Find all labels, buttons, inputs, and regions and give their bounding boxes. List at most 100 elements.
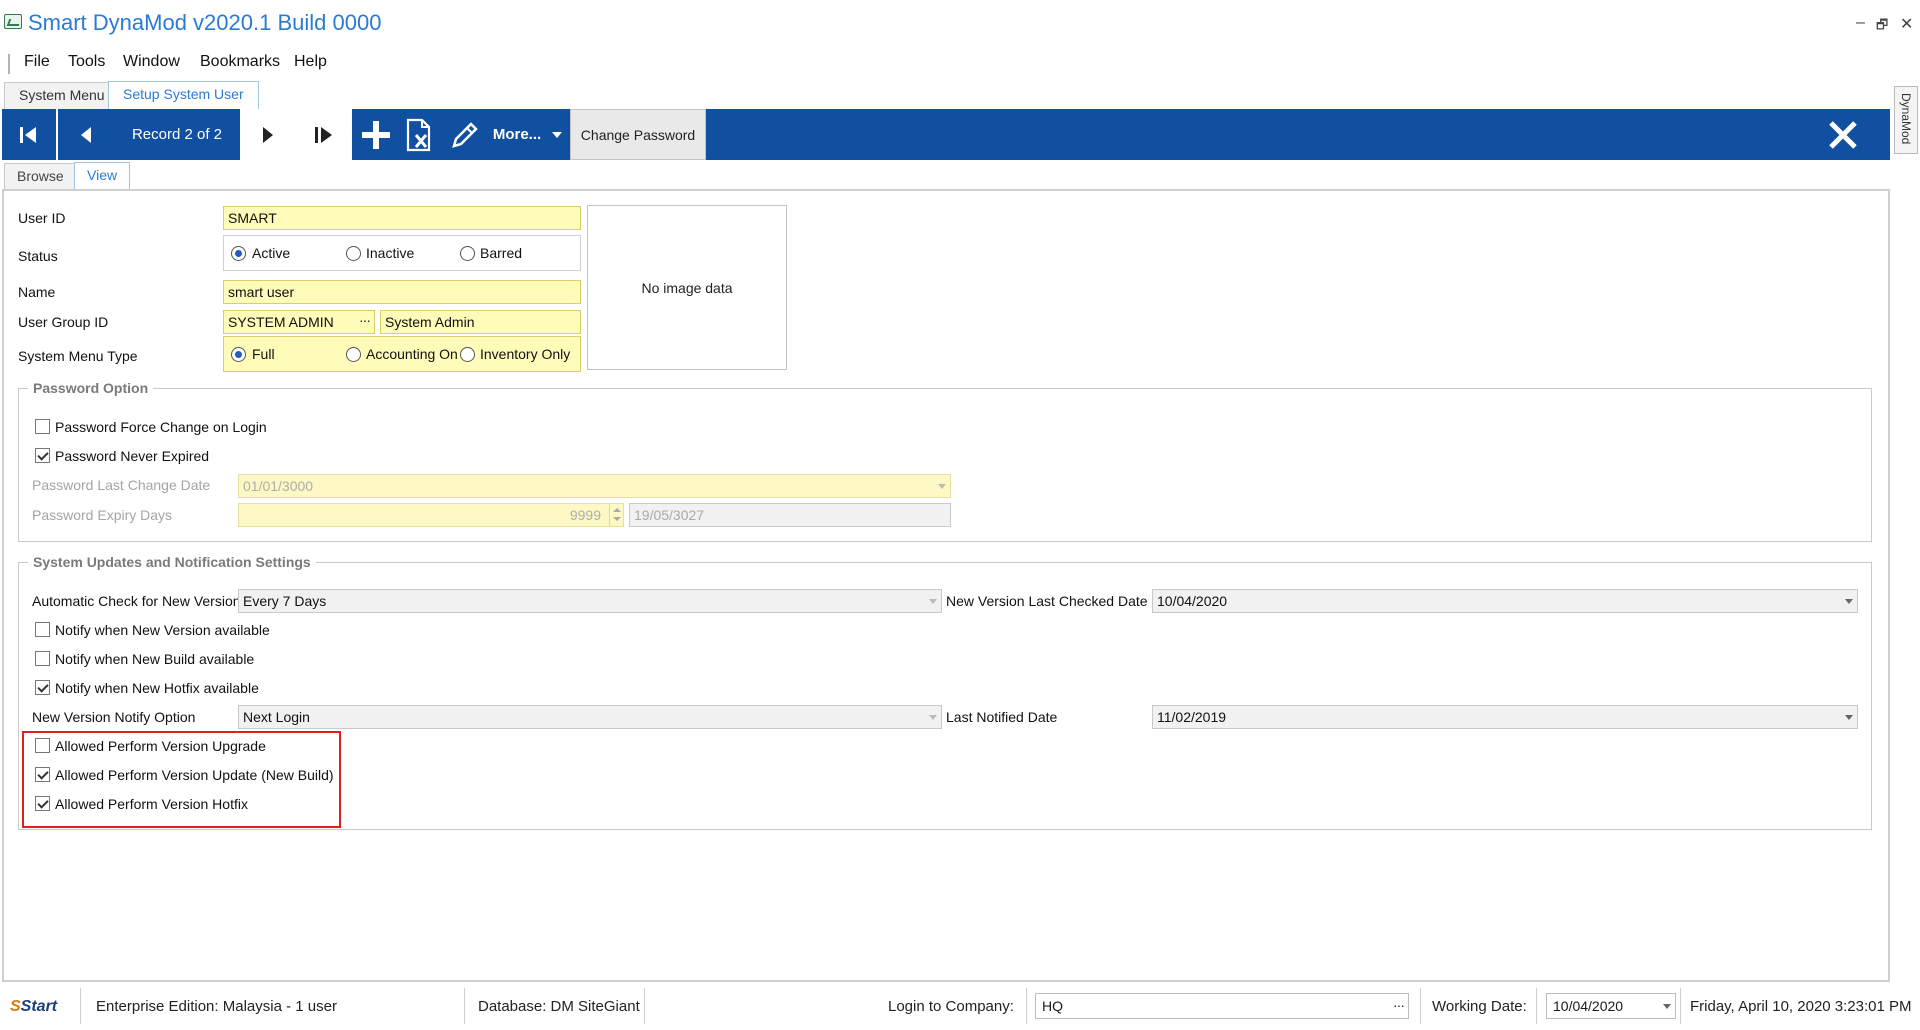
user-group-name-field: System Admin [380, 310, 581, 334]
last-record-icon [315, 126, 332, 143]
menu-grip [8, 54, 10, 74]
notify-hotfix-checkbox[interactable] [35, 680, 50, 695]
password-force-change-label: Password Force Change on Login [55, 419, 267, 435]
dropdown-arrow-icon [552, 131, 563, 138]
auto-check-select[interactable]: Every 7 Days [238, 589, 942, 613]
last-notified-field[interactable]: 11/02/2019 [1152, 705, 1858, 729]
dropdown-arrow-icon [929, 599, 937, 604]
password-expiry-days-value: 9999 [569, 507, 601, 523]
change-password-button[interactable]: Change Password [570, 109, 706, 160]
status-radio-group: Active Inactive Barred [223, 235, 581, 271]
start-button[interactable]: SStart [10, 998, 57, 1016]
next-icon [263, 126, 273, 143]
first-record-button[interactable] [2, 109, 56, 160]
login-company-value: HQ [1042, 998, 1063, 1014]
menu-type-radio-group: Full Accounting Only Inventory Only [223, 336, 581, 372]
password-last-change-field: 01/01/3000 [238, 474, 951, 498]
password-last-change-value: 01/01/3000 [243, 478, 314, 494]
working-date-value: 10/04/2020 [1553, 998, 1624, 1014]
change-password-label: Change Password [580, 126, 696, 143]
menu-bookmarks[interactable]: Bookmarks [200, 53, 280, 71]
dropdown-arrow-icon [1845, 599, 1853, 604]
user-id-field[interactable]: SMART [223, 206, 581, 230]
notify-build-checkbox[interactable] [35, 651, 50, 666]
window-title: Smart DynaMod v2020.1 Build 0000 [28, 10, 382, 35]
password-force-change-checkbox[interactable] [35, 419, 50, 434]
tab-view[interactable]: View [74, 162, 131, 190]
menu-help[interactable]: Help [294, 53, 327, 71]
plus-icon [362, 120, 390, 149]
notify-build-label: Notify when New Build available [55, 651, 255, 667]
auto-check-label: Automatic Check for New Version [32, 593, 241, 609]
restore-icon[interactable]: 🗗 [1876, 16, 1888, 38]
minimize-icon[interactable]: – [1856, 14, 1865, 32]
delete-document-icon [406, 118, 431, 151]
login-company-label: Login to Company: [888, 998, 1014, 1015]
app-logo-icon [4, 14, 22, 29]
edit-button[interactable] [442, 109, 488, 160]
record-indicator: Record 2 of 2 [114, 109, 240, 160]
name-label: Name [18, 284, 56, 300]
tab-setup-system-user[interactable]: Setup System User [108, 81, 259, 109]
status-inactive-radio[interactable] [346, 246, 361, 261]
notify-option-select[interactable]: Next Login [238, 705, 942, 729]
notify-hotfix-label: Notify when New Hotfix available [55, 680, 259, 696]
working-date-field[interactable]: 10/04/2020 [1546, 993, 1676, 1019]
last-notified-value: 11/02/2019 [1157, 709, 1227, 725]
tab-system-menu[interactable]: System Menu [4, 82, 120, 109]
menu-window[interactable]: Window [123, 53, 180, 71]
side-tab-dynamod[interactable]: DynaMod [1894, 86, 1918, 154]
last-checked-field[interactable]: 10/04/2020 [1152, 589, 1858, 613]
dropdown-arrow-icon [929, 715, 937, 720]
status-label: Status [18, 248, 58, 264]
menu-file[interactable]: File [24, 53, 50, 71]
last-checked-value: 10/04/2020 [1157, 593, 1228, 609]
notify-version-label: Notify when New Version available [55, 622, 270, 638]
lookup-ellipsis-icon[interactable]: ··· [359, 312, 371, 328]
password-expiry-days-field: 9999 [238, 503, 624, 527]
status-active-label: Active [252, 245, 291, 261]
password-never-expired-checkbox[interactable] [35, 448, 50, 463]
menu-type-full-radio[interactable] [231, 347, 246, 362]
notify-version-checkbox[interactable] [35, 622, 50, 637]
status-barred-radio[interactable] [460, 246, 475, 261]
last-record-button[interactable] [296, 109, 352, 160]
last-notified-label: Last Notified Date [946, 709, 1058, 725]
system-updates-title: System Updates and Notification Settings [28, 554, 316, 570]
lookup-ellipsis-icon[interactable]: ··· [1393, 997, 1405, 1013]
login-company-field[interactable]: HQ ··· [1035, 993, 1409, 1019]
user-group-id-value: SYSTEM ADMIN [228, 314, 334, 330]
previous-record-button[interactable] [58, 109, 114, 160]
menu-type-inventory-label: Inventory Only [480, 346, 571, 362]
password-never-expired-label: Password Never Expired [55, 448, 210, 464]
close-form-button[interactable] [1818, 109, 1868, 160]
auto-check-value: Every 7 Days [243, 593, 327, 609]
menu-tools[interactable]: Tools [68, 53, 105, 71]
first-record-icon [20, 126, 36, 143]
password-expiry-days-label: Password Expiry Days [32, 507, 173, 523]
status-barred-label: Barred [480, 245, 523, 261]
close-icon [1829, 120, 1857, 149]
tab-browse[interactable]: Browse [4, 163, 77, 189]
previous-icon [81, 126, 91, 143]
more-button[interactable]: More... [488, 109, 568, 160]
side-tab-label: DynaMod [1899, 93, 1913, 145]
menu-type-accounting-label: Accounting Only [366, 346, 458, 362]
close-window-icon[interactable]: ✕ [1900, 14, 1913, 34]
next-record-button[interactable] [240, 109, 294, 160]
more-label: More... [492, 126, 542, 143]
delete-button[interactable] [398, 109, 442, 160]
dropdown-arrow-icon [938, 484, 946, 489]
record-label: Record 2 of 2 [131, 126, 223, 143]
edition-text: Enterprise Edition: Malaysia - 1 user [96, 998, 337, 1015]
user-image-box[interactable]: No image data [587, 205, 787, 370]
menu-type-inventory-radio[interactable] [460, 347, 475, 362]
notify-option-label: New Version Notify Option [32, 709, 196, 725]
add-button[interactable] [354, 109, 398, 160]
menu-type-accounting-radio[interactable] [346, 347, 361, 362]
name-field[interactable]: smart user [223, 280, 581, 304]
pencil-icon [452, 121, 478, 148]
user-group-id-field[interactable]: SYSTEM ADMIN ··· [223, 310, 375, 334]
status-active-radio[interactable] [231, 246, 246, 261]
database-text: Database: DM SiteGiant [478, 998, 640, 1015]
